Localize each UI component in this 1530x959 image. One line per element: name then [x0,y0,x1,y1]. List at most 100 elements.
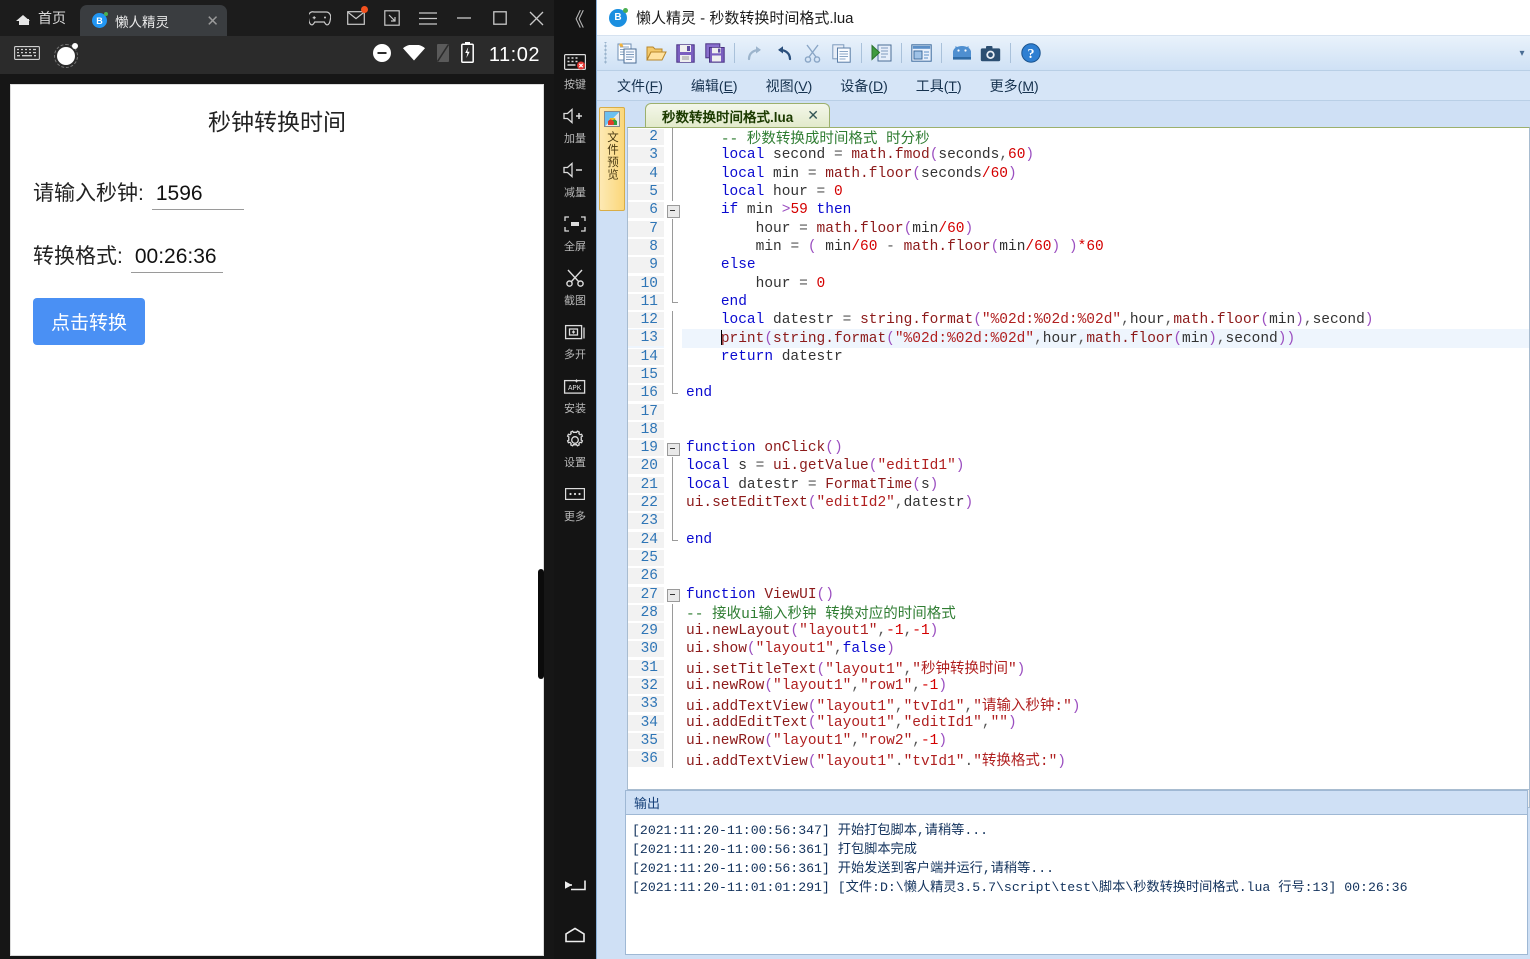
code-line[interactable]: 4 local min = math.floor(seconds/60) [628,164,1529,184]
file-tab-close-icon[interactable]: ✕ [807,107,819,124]
sidebar-label-volume-down: 减量 [564,187,586,199]
home-tab-button[interactable]: 首页 [0,0,80,36]
sidebar-item-install[interactable]: APK 安装 [554,374,596,416]
multi-window-icon [564,320,586,344]
help-icon[interactable]: ? [1016,39,1045,68]
code-line[interactable]: 24 end [628,530,1529,549]
code-line[interactable]: 29 ui.newLayout("layout1",-1,-1) [628,622,1529,641]
convert-button[interactable]: 点击转换 [33,298,146,345]
code-line[interactable]: 35 ui.newRow("layout1","row2",-1) [628,731,1529,751]
sidebar-item-volume-down[interactable]: 减量 [554,158,596,200]
code-line[interactable]: 15 [628,365,1529,385]
code-line[interactable]: 13 print(string.format("%02d:%02d:%02d",… [628,329,1529,348]
menu-more[interactable]: 更多(M) [976,76,1053,96]
fold-marker[interactable] [664,439,682,458]
maximize-icon[interactable] [482,0,518,36]
output-line: [2021:11:20-11:01:01:291] [文件:D:\懒人精灵3.5… [632,880,1408,895]
code-line[interactable]: 22 ui.setEditText("editId2",datestr) [628,493,1529,513]
menu-edit[interactable]: 编辑(E) [677,76,752,96]
open-folder-icon[interactable] [642,39,671,68]
redo-icon[interactable] [740,39,769,68]
code-line[interactable]: 10 hour = 0 [628,274,1529,293]
code-line[interactable]: 20 local s = ui.getValue("editId1") [628,457,1529,476]
fold-marker[interactable] [664,585,682,604]
volume-down-icon [563,158,587,182]
back-icon[interactable] [554,860,596,910]
save-icon[interactable] [671,39,700,68]
code-line[interactable]: 27 function ViewUI() [628,585,1529,604]
code-line[interactable]: 19 function onClick() [628,439,1529,458]
fold-marker[interactable] [664,201,682,220]
mail-icon[interactable] [338,0,374,36]
code-line[interactable]: 3 local second = math.fmod(seconds,60) [628,146,1529,165]
code-line[interactable]: 26 [628,567,1529,586]
emulator-app-tab[interactable]: B 懒人精灵 ✕ [80,5,227,36]
undo-icon[interactable] [769,39,798,68]
menu-tools[interactable]: 工具(T) [902,76,976,96]
code-line[interactable]: 36 ui.addTextView("layout1"."tvId1"."转换格式… [628,750,1529,770]
file-preview-tab[interactable]: 文件预览 [599,107,625,211]
seconds-input[interactable]: 1596 [151,182,244,210]
code-line[interactable]: 31 ui.setTitleText("layout1","秒钟转换时间") [628,658,1529,678]
gamepad-icon[interactable] [302,0,338,36]
code-line[interactable]: 32 ui.newRow("layout1","row1",-1) [628,676,1529,696]
sidebar-item-more[interactable]: 更多 [554,482,596,524]
menu-icon[interactable] [410,0,446,36]
code-line[interactable]: 16 end [628,384,1529,403]
run-icon[interactable] [867,39,896,68]
code-line[interactable]: 23 [628,512,1529,531]
minimize-icon[interactable] [446,0,482,36]
fold-marker [664,530,682,549]
screen-scrollbar[interactable] [538,569,544,679]
file-tab-lua[interactable]: 秒数转换时间格式.lua ✕ [645,103,830,127]
code-line[interactable]: 17 [628,402,1529,421]
home-icon[interactable] [554,910,596,959]
code-line[interactable]: 18 [628,420,1529,440]
sidebar-item-keys[interactable]: 按键 [554,50,596,92]
close-tab-icon[interactable]: ✕ [194,12,219,30]
code-editor[interactable]: 2 -- 秒数转换成时间格式 时分秒 3 local second = math.… [627,127,1530,790]
code-line[interactable]: 6 if min >59 then [628,201,1529,220]
code-line[interactable]: 8 min = ( min/60 - math.floor(min/60) )*… [628,237,1529,257]
code-line[interactable]: 12 local datestr = string.format("%02d:%… [628,310,1529,330]
resize-icon[interactable] [374,0,410,36]
code-line[interactable]: 7 hour = math.floor(min/60) [628,219,1529,239]
sidebar-item-multi[interactable]: 多开 [554,320,596,362]
collapse-sidebar-button[interactable]: 《 [554,0,596,36]
code-line[interactable]: 9 else [628,256,1529,275]
menu-device[interactable]: 设备(D) [826,76,901,96]
ui-designer-icon[interactable] [907,39,936,68]
format-output-field[interactable]: 00:26:36 [130,245,223,273]
sidebar-item-settings[interactable]: 设置 [554,428,596,470]
fold-marker [664,274,682,293]
sidebar-item-fullscreen[interactable]: 全屏 [554,212,596,254]
close-icon[interactable] [518,0,554,36]
android-screen: 秒钟转换时间 请输入秒钟: 1596 转换格式: 00:26:36 点击转换 [0,74,554,959]
code-line[interactable]: 2 -- 秒数转换成时间格式 时分秒 [628,128,1529,148]
code-line[interactable]: 25 [628,548,1529,568]
output-format-row: 转换格式: 00:26:36 [11,240,543,273]
toolbar-grip[interactable] [603,42,610,64]
cut-icon[interactable] [798,39,827,68]
code-line[interactable]: 21 local datestr = FormatTime(s) [628,475,1529,495]
code-line[interactable]: 14 return datestr [628,347,1529,367]
home-icon [16,11,31,25]
toolbar-overflow-button[interactable]: ▾ [1514,39,1530,68]
code-line[interactable]: 5 local hour = 0 [628,182,1529,202]
screenshot-icon[interactable] [976,39,1005,68]
menu-view[interactable]: 视图(V) [752,76,827,96]
code-line[interactable]: 28 -- 接收ui输入秒钟 转换对应的时间格式 [628,603,1529,623]
android-device-icon[interactable] [947,39,976,68]
sidebar-item-volume-up[interactable]: 加量 [554,104,596,146]
menu-file[interactable]: 文件(F) [603,76,677,96]
copy-icon[interactable] [827,39,856,68]
line-number: 18 [628,421,664,438]
code-text: print(string.format("%02d:%02d:%02d",hou… [720,329,1296,347]
new-file-icon[interactable] [613,39,642,68]
code-line[interactable]: 34 ui.addEditText("layout1","editId1","") [628,713,1529,733]
save-all-icon[interactable] [700,39,729,68]
code-line[interactable]: 30 ui.show("layout1",false) [628,640,1529,659]
code-line[interactable]: 33 ui.addTextView("layout1","tvId1","请输入秒… [628,695,1529,715]
sidebar-item-screenshot[interactable]: 截图 [554,266,596,308]
code-line[interactable]: 11 end [628,292,1529,311]
